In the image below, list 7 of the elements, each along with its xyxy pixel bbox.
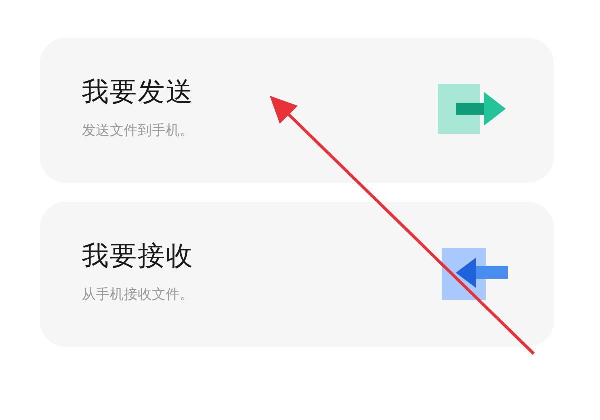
option-card[interactable]: 我要发送 发送文件到手机。 [40, 38, 554, 183]
option-title: 我要接收 [82, 240, 194, 274]
option-subtitle: 发送文件到手机。 [82, 122, 194, 140]
receive-arrow-icon [442, 248, 508, 302]
option-card[interactable]: 我要接收 从手机接收文件。 [40, 202, 554, 347]
option-title: 我要发送 [82, 76, 194, 110]
option-subtitle: 从手机接收文件。 [82, 286, 194, 304]
